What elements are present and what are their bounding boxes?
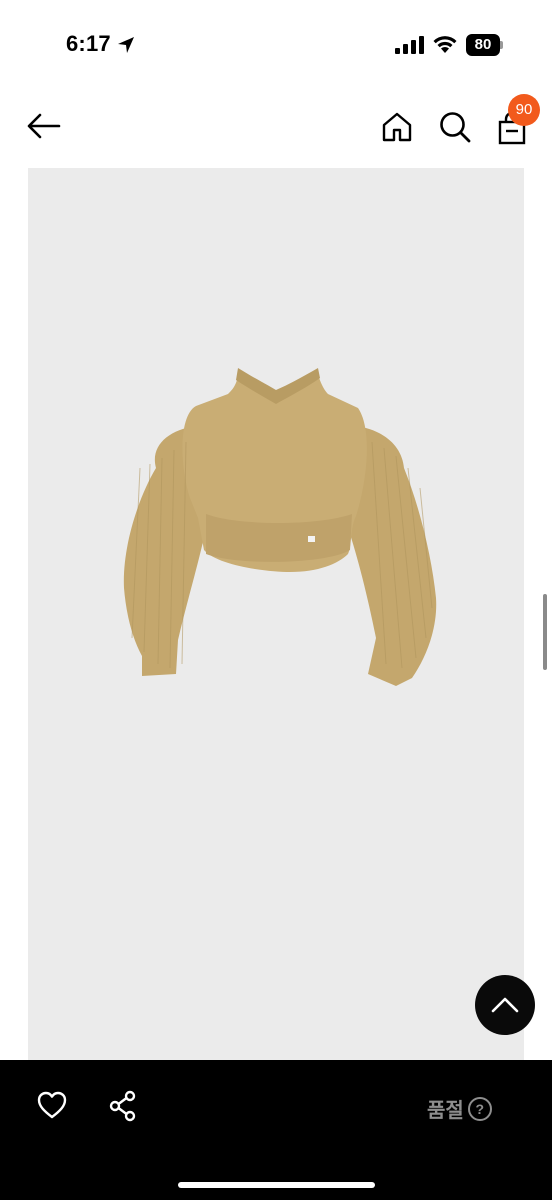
home-icon[interactable] bbox=[380, 110, 414, 144]
sold-out-label: 품절 bbox=[427, 1100, 464, 1122]
wifi-icon bbox=[433, 36, 457, 53]
location-arrow-icon bbox=[118, 37, 134, 53]
back-button[interactable] bbox=[24, 108, 64, 144]
chevron-up-icon bbox=[491, 997, 519, 1013]
search-icon[interactable] bbox=[438, 110, 472, 144]
product-image[interactable] bbox=[28, 168, 524, 1060]
sold-out-status: 품절 ? bbox=[427, 1094, 492, 1123]
scroll-to-top-button[interactable] bbox=[475, 975, 535, 1035]
home-indicator bbox=[178, 1182, 375, 1188]
bottom-action-bar: 품절 ? bbox=[0, 1060, 552, 1200]
heart-icon[interactable] bbox=[36, 1090, 68, 1120]
scroll-indicator[interactable] bbox=[543, 594, 547, 670]
battery-level: 80 bbox=[474, 36, 492, 53]
cart-count-badge: 90 bbox=[508, 94, 540, 126]
status-bar: 6:17 80 bbox=[0, 0, 552, 90]
cellular-signal-icon bbox=[395, 36, 424, 54]
status-time: 6:17 bbox=[66, 31, 111, 56]
help-circle-icon[interactable]: ? bbox=[467, 1096, 492, 1121]
battery-cap bbox=[500, 41, 503, 49]
top-nav-bar bbox=[0, 90, 552, 168]
battery-icon: 80 bbox=[466, 34, 504, 56]
back-arrow-icon bbox=[27, 113, 61, 139]
sweater-image bbox=[123, 368, 437, 686]
share-icon[interactable] bbox=[108, 1090, 138, 1122]
